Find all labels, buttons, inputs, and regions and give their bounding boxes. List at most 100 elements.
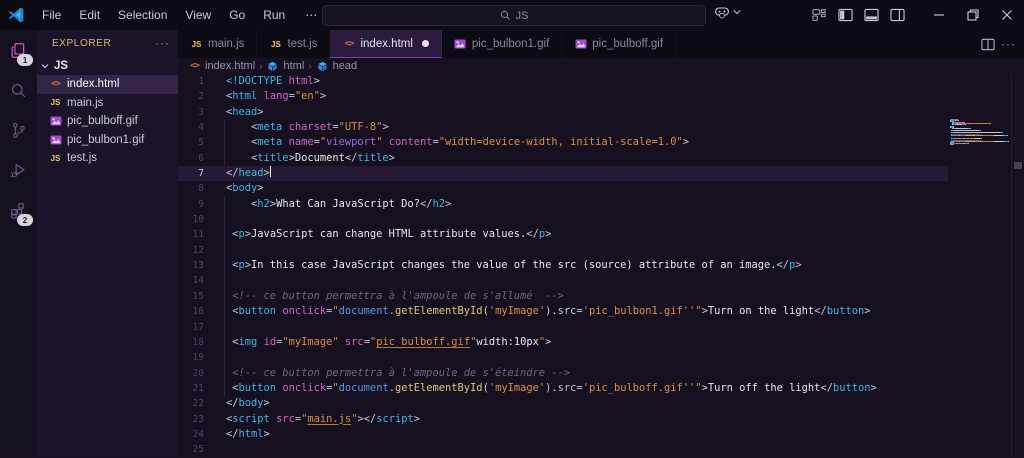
line-number: 2: [178, 89, 204, 104]
explorer-more-actions-button[interactable]: ···: [155, 36, 170, 50]
html-file-icon: <>: [49, 79, 62, 89]
line-content: <h2>What Can JavaScript Do?</h2>: [204, 197, 451, 212]
breadcrumb-separator: ›: [259, 61, 262, 72]
line-number: 21: [178, 381, 204, 396]
line-number: 10: [178, 212, 204, 227]
file-item-pic_bulboff.gif[interactable]: pic_bulboff.gif: [37, 112, 178, 131]
activity-search-button[interactable]: [0, 70, 37, 110]
line-content: <script src="main.js"></script>: [204, 412, 420, 427]
breadcrumb-label: html: [283, 60, 304, 72]
breadcrumb-item-head[interactable]: head: [316, 60, 357, 72]
breadcrumb-item-html[interactable]: html: [266, 60, 304, 72]
file-name: pic_bulboff.gif: [67, 115, 138, 127]
customize-layout-button[interactable]: [806, 4, 832, 26]
line-number: 19: [178, 350, 204, 365]
window-minimize-button[interactable]: [922, 0, 956, 30]
code-line-10: 10: [178, 212, 948, 227]
search-text: JS: [516, 10, 529, 22]
explorer-sidebar: EXPLORER ··· JS <> index.html JS main.js…: [37, 30, 178, 457]
code-editor[interactable]: 1<!DOCTYPE html>2<html lang="en">3<head>…: [178, 74, 1024, 457]
line-content: <html lang="en">: [204, 89, 326, 104]
scrollbar-thumb[interactable]: [1014, 162, 1022, 169]
code-line-5: 5 <meta name="viewport" content="width=d…: [178, 135, 948, 150]
file-name: pic_bulbon1.gif: [67, 134, 144, 146]
toggle-secondary-sidebar-button[interactable]: [884, 4, 910, 26]
editor-more-actions-button[interactable]: ···: [1001, 37, 1016, 51]
menu-item-edit[interactable]: Edit: [70, 5, 109, 25]
code-line-14: 14: [178, 273, 948, 288]
code-line-6: 6 <title>Document</title>: [178, 151, 948, 166]
file-item-index.html[interactable]: <> index.html: [37, 75, 178, 94]
activity-bar: 1 2: [0, 30, 37, 457]
source-control-branch-icon: [9, 121, 28, 140]
tab-bar: JS main.js JS test.js <> index.html pic_…: [178, 30, 1024, 58]
indent-guide: [224, 120, 225, 166]
file-item-main.js[interactable]: JS main.js: [37, 94, 178, 113]
code-line-22: 22</body>: [178, 396, 948, 411]
activity-source-control-button[interactable]: [0, 110, 37, 150]
line-number: 5: [178, 135, 204, 150]
window-restore-button[interactable]: [956, 0, 990, 30]
image-file-icon: [49, 116, 62, 126]
copilot-menu-button[interactable]: [714, 5, 741, 19]
line-content: [204, 350, 226, 365]
menu-item-selection[interactable]: Selection: [109, 5, 176, 25]
editor-scrollbar[interactable]: [1011, 74, 1024, 457]
code-line-23: 23<script src="main.js"></script>: [178, 412, 948, 427]
toggle-panel-button[interactable]: [858, 4, 884, 26]
html-file-icon: <>: [188, 61, 201, 71]
line-content: <button onclick="document.getElementById…: [204, 304, 871, 319]
tab-pic_bulbon1.gif[interactable]: pic_bulbon1.gif: [442, 30, 562, 58]
editor-group: JS main.js JS test.js <> index.html pic_…: [178, 30, 1024, 457]
minimap[interactable]: [950, 119, 1010, 146]
code-line-25: 25: [178, 442, 948, 457]
tab-index.html[interactable]: <> index.html: [330, 30, 441, 58]
search-icon: [500, 10, 511, 21]
line-content: [204, 273, 226, 288]
tab-label: pic_bulbon1.gif: [472, 38, 549, 50]
chevron-down-icon: [39, 60, 51, 72]
image-file-icon: [49, 135, 62, 145]
folder-row-js[interactable]: JS: [37, 56, 178, 75]
line-number: 7: [178, 166, 204, 181]
explorer-title: EXPLORER: [52, 38, 155, 49]
tab-test.js[interactable]: JS test.js: [257, 30, 330, 58]
window-close-button[interactable]: [990, 0, 1024, 30]
menu-item-run[interactable]: Run: [254, 5, 294, 25]
line-number: 20: [178, 366, 204, 381]
js-file-icon: JS: [269, 40, 282, 49]
file-name: index.html: [67, 78, 119, 90]
toggle-primary-sidebar-button[interactable]: [832, 4, 858, 26]
line-number: 11: [178, 227, 204, 242]
menu-item-file[interactable]: File: [33, 5, 70, 25]
js-file-icon: JS: [49, 98, 62, 107]
explorer-badge: 1: [17, 54, 33, 66]
line-content: <!DOCTYPE html>: [204, 74, 320, 89]
menu-item-view[interactable]: View: [176, 5, 220, 25]
activity-run-debug-button[interactable]: [0, 150, 37, 190]
symbol-cube-icon: [316, 61, 329, 72]
activity-extensions-button[interactable]: 2: [0, 190, 37, 230]
code-line-18: 18 <img id="myImage" src="pic_bulboff.gi…: [178, 335, 948, 350]
line-number: 6: [178, 151, 204, 166]
tab-pic_bulboff.gif[interactable]: pic_bulboff.gif: [562, 30, 676, 58]
file-item-pic_bulbon1.gif[interactable]: pic_bulbon1.gif: [37, 131, 178, 150]
line-content: [204, 442, 226, 457]
line-number: 25: [178, 442, 204, 457]
breadcrumb-item-index.html[interactable]: <> index.html: [188, 60, 255, 72]
line-number: 3: [178, 105, 204, 120]
menu-item-go[interactable]: Go: [220, 5, 254, 25]
search-icon: [9, 81, 28, 100]
code-line-4: 4 <meta charset="UTF-8">: [178, 120, 948, 135]
tab-main.js[interactable]: JS main.js: [178, 30, 257, 58]
line-content: <p>JavaScript can change HTML attribute …: [204, 227, 551, 242]
command-search-input[interactable]: JS: [322, 5, 706, 26]
file-item-test.js[interactable]: JS test.js: [37, 149, 178, 168]
line-content: [204, 243, 226, 258]
extensions-badge: 2: [17, 214, 33, 226]
activity-explorer-button[interactable]: 1: [0, 30, 37, 70]
chevron-down-icon: [733, 9, 741, 15]
folder-label: JS: [54, 60, 68, 72]
code-line-20: 20 <!-- ce button permettra à l'ampoule …: [178, 366, 948, 381]
split-editor-button[interactable]: [981, 38, 995, 51]
